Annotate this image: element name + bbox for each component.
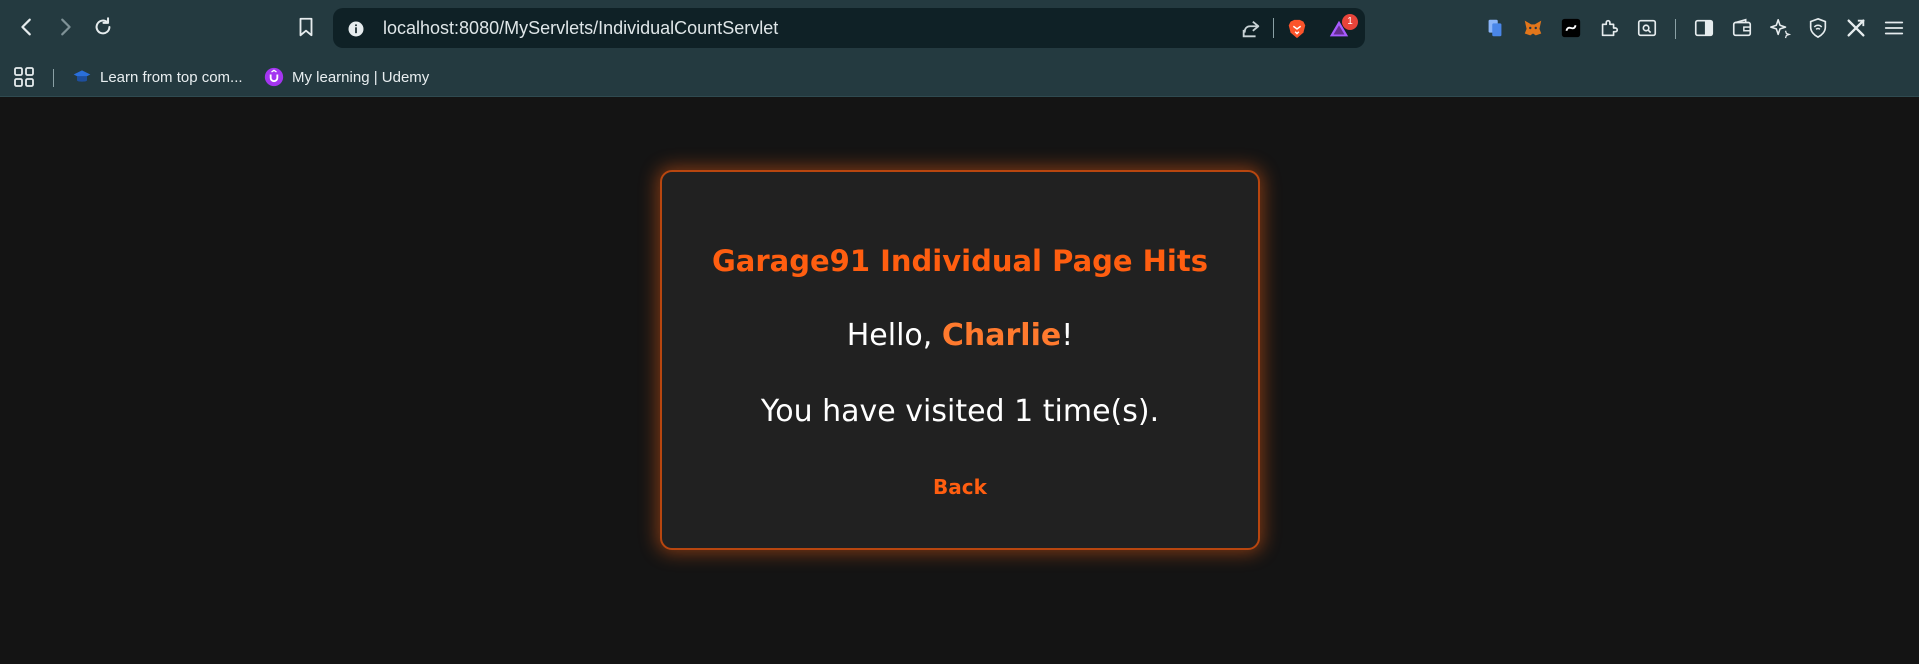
address-divider	[1273, 18, 1274, 38]
back-link[interactable]: Back	[662, 475, 1258, 499]
puzzle-extensions-icon[interactable]	[1596, 15, 1622, 41]
bookmark-item-udemy[interactable]: My learning | Udemy	[264, 64, 429, 90]
info-icon[interactable]	[345, 18, 367, 40]
hits-card: Garage91 Individual Page Hits Hello, Cha…	[660, 170, 1260, 550]
url-text[interactable]: localhost:8080/MyServlets/IndividualCoun…	[383, 8, 778, 48]
leo-sparkle-icon[interactable]	[1767, 15, 1793, 41]
bookmark-button[interactable]	[291, 12, 321, 42]
back-button[interactable]	[12, 12, 42, 42]
apps-grid-icon[interactable]	[12, 64, 36, 90]
notification-badge: 1	[1342, 14, 1358, 30]
udemy-icon	[264, 67, 284, 87]
brave-lion-icon[interactable]	[1286, 18, 1308, 40]
sidebar-icon[interactable]	[1691, 15, 1717, 41]
page-title: Garage91 Individual Page Hits	[711, 244, 1209, 278]
reload-icon	[95, 17, 111, 35]
greeting-suffix: !	[1061, 318, 1074, 353]
bookmark-label: My learning | Udemy	[292, 68, 430, 86]
hamburger-menu-icon[interactable]	[1881, 15, 1907, 41]
bookmark-label: Learn from top com...	[100, 68, 243, 86]
bookmarks-divider	[53, 69, 54, 87]
reload-button[interactable]	[88, 12, 118, 42]
greeting-text: Hello, Charlie!	[662, 318, 1258, 353]
vpn-shield-icon[interactable]	[1805, 15, 1831, 41]
x-extension-icon[interactable]	[1843, 15, 1869, 41]
toolbar-divider	[1675, 19, 1676, 39]
course-icon	[72, 67, 92, 87]
forward-button[interactable]	[50, 12, 80, 42]
bookmarks-bar: Learn from top com... My learning | Udem…	[0, 56, 1919, 97]
bookmark-item-learn[interactable]: Learn from top com...	[72, 64, 243, 90]
black-extension-icon[interactable]	[1558, 15, 1584, 41]
user-name: Charlie	[941, 318, 1062, 353]
files-extension-icon[interactable]	[1482, 15, 1508, 41]
share-icon[interactable]	[1240, 18, 1262, 40]
browser-toolbar: localhost:8080/MyServlets/IndividualCoun…	[0, 0, 1919, 56]
chevron-right-icon	[61, 18, 71, 36]
page-content: Garage91 Individual Page Hits Hello, Cha…	[0, 97, 1919, 664]
address-bar[interactable]: localhost:8080/MyServlets/IndividualCoun…	[333, 8, 1365, 48]
bookmark-icon	[299, 17, 313, 37]
screen-search-icon[interactable]	[1634, 15, 1660, 41]
chevron-left-icon	[21, 18, 31, 36]
metamask-fox-icon[interactable]	[1520, 15, 1546, 41]
greeting-prefix: Hello,	[846, 318, 942, 353]
browser-chrome: localhost:8080/MyServlets/IndividualCoun…	[0, 0, 1919, 97]
wallet-icon[interactable]	[1729, 15, 1755, 41]
visit-count-text: You have visited 1 time(s).	[760, 394, 1160, 429]
